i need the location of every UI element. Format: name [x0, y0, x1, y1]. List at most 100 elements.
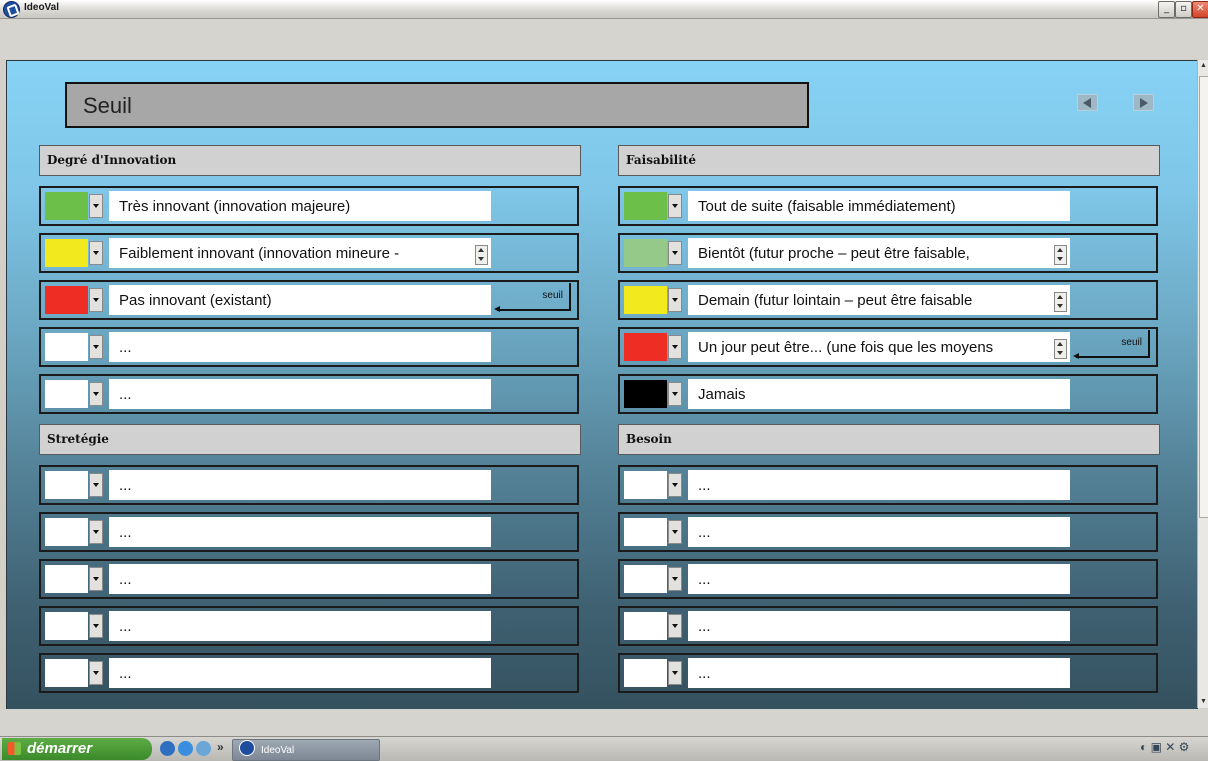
threshold-marker[interactable]: seuil — [494, 283, 571, 312]
text-scroll-spinner[interactable] — [1054, 339, 1067, 359]
level-row: Faiblement innovant (innovation mineure … — [39, 233, 579, 273]
level-label-field[interactable]: Un jour peut être... (une fois que les m… — [688, 332, 1070, 362]
color-swatch[interactable] — [624, 380, 667, 408]
maximize-button[interactable]: ▫ — [1175, 1, 1192, 18]
start-button[interactable]: démarrer — [2, 738, 152, 760]
color-dropdown-arrow-icon[interactable] — [668, 241, 682, 265]
level-label-field[interactable]: Très innovant (innovation majeure) — [109, 191, 491, 221]
level-label-field[interactable]: ... — [109, 611, 491, 641]
color-dropdown-arrow-icon[interactable] — [668, 661, 682, 685]
close-button[interactable]: ✕ — [1192, 1, 1208, 18]
color-swatch[interactable] — [624, 612, 667, 640]
color-dropdown-arrow-icon[interactable] — [668, 567, 682, 591]
color-swatch[interactable] — [45, 518, 88, 546]
color-dropdown-arrow-icon[interactable] — [89, 288, 103, 312]
minimize-button[interactable]: _ — [1158, 1, 1175, 18]
start-label: démarrer — [27, 740, 93, 757]
vertical-scrollbar[interactable]: ▲ ▼ — [1197, 60, 1208, 708]
level-label-field[interactable]: ... — [688, 470, 1070, 500]
level-label-field[interactable]: ... — [109, 332, 491, 362]
previous-page-button[interactable] — [1077, 94, 1098, 111]
level-label-text: ... — [698, 524, 711, 541]
scroll-up-arrow-icon[interactable]: ▲ — [1199, 61, 1208, 70]
level-label-field[interactable]: Faiblement innovant (innovation mineure … — [109, 238, 491, 268]
next-page-button[interactable] — [1133, 94, 1154, 111]
color-dropdown-arrow-icon[interactable] — [89, 567, 103, 591]
section-header: Stretégie — [39, 424, 581, 455]
color-dropdown-arrow-icon[interactable] — [89, 335, 103, 359]
level-label-field[interactable]: ... — [109, 517, 491, 547]
scroll-down-arrow-icon[interactable]: ▼ — [1199, 697, 1208, 706]
color-dropdown-arrow-icon[interactable] — [668, 614, 682, 638]
level-label-field[interactable]: ... — [109, 470, 491, 500]
internet-explorer-icon[interactable] — [178, 741, 193, 756]
level-label-field[interactable]: Tout de suite (faisable immédiatement) — [688, 191, 1070, 221]
color-swatch[interactable] — [45, 612, 88, 640]
scrollbar-thumb[interactable] — [1199, 76, 1208, 518]
level-label-field[interactable]: ... — [109, 564, 491, 594]
color-dropdown-arrow-icon[interactable] — [89, 520, 103, 544]
level-label-text: Pas innovant (existant) — [119, 292, 272, 309]
level-label-field[interactable]: Pas innovant (existant) — [109, 285, 491, 315]
taskbar: démarrer » IdeoVal ◐ ▣ ✕ ⚙ — [0, 736, 1208, 761]
system-tray: ◐ ▣ ✕ ⚙ — [1140, 740, 1190, 754]
level-row: Tout de suite (faisable immédiatement) — [618, 186, 1158, 226]
level-label-field[interactable]: Demain (futur lointain – peut être faisa… — [688, 285, 1070, 315]
text-scroll-spinner[interactable] — [1054, 245, 1067, 265]
color-swatch[interactable] — [45, 239, 88, 267]
color-dropdown-arrow-icon[interactable] — [668, 335, 682, 359]
color-dropdown-arrow-icon[interactable] — [668, 194, 682, 218]
color-swatch[interactable] — [45, 380, 88, 408]
color-swatch[interactable] — [624, 565, 667, 593]
level-label-field[interactable]: ... — [688, 517, 1070, 547]
color-dropdown-arrow-icon[interactable] — [89, 473, 103, 497]
level-label-text: ... — [698, 665, 711, 682]
color-swatch[interactable] — [624, 192, 667, 220]
level-label-field[interactable]: Bientôt (futur proche – peut être faisab… — [688, 238, 1070, 268]
taskbar-app-ideoval[interactable]: IdeoVal — [232, 739, 380, 761]
threshold-label: seuil — [1121, 337, 1142, 348]
desktop-icon[interactable] — [160, 741, 175, 756]
level-label-field[interactable]: ... — [688, 658, 1070, 688]
level-label-text: ... — [119, 339, 132, 356]
color-dropdown-arrow-icon[interactable] — [668, 473, 682, 497]
level-label-field[interactable]: ... — [688, 564, 1070, 594]
taskbar-app-label: IdeoVal — [261, 745, 295, 756]
color-swatch[interactable] — [624, 333, 667, 361]
color-swatch[interactable] — [45, 471, 88, 499]
color-dropdown-arrow-icon[interactable] — [89, 614, 103, 638]
level-label-text: ... — [119, 477, 132, 494]
color-swatch[interactable] — [45, 333, 88, 361]
color-swatch[interactable] — [624, 286, 667, 314]
level-row: ... — [39, 559, 579, 599]
color-swatch[interactable] — [624, 659, 667, 687]
text-scroll-spinner[interactable] — [1054, 292, 1067, 312]
quicklaunch-more-icon[interactable]: » — [217, 740, 224, 754]
color-dropdown-arrow-icon[interactable] — [668, 288, 682, 312]
level-label-text: Très innovant (innovation majeure) — [119, 198, 351, 215]
level-row: ... — [618, 606, 1158, 646]
color-dropdown-arrow-icon[interactable] — [89, 241, 103, 265]
title-bar: IdeoVal _ ▫ ✕ — [0, 0, 1208, 19]
color-swatch[interactable] — [45, 192, 88, 220]
color-swatch[interactable] — [45, 659, 88, 687]
color-swatch[interactable] — [45, 565, 88, 593]
color-dropdown-arrow-icon[interactable] — [668, 382, 682, 406]
color-dropdown-arrow-icon[interactable] — [89, 194, 103, 218]
section-header: Degré d'Innovation — [39, 145, 581, 176]
level-label-field[interactable]: ... — [109, 658, 491, 688]
color-swatch[interactable] — [624, 471, 667, 499]
level-label-field[interactable]: Jamais — [688, 379, 1070, 409]
color-dropdown-arrow-icon[interactable] — [89, 661, 103, 685]
media-player-icon[interactable] — [196, 741, 211, 756]
color-swatch[interactable] — [624, 518, 667, 546]
level-label-field[interactable]: ... — [109, 379, 491, 409]
level-label-text: Demain (futur lointain – peut être faisa… — [698, 292, 973, 309]
color-dropdown-arrow-icon[interactable] — [668, 520, 682, 544]
color-dropdown-arrow-icon[interactable] — [89, 382, 103, 406]
color-swatch[interactable] — [624, 239, 667, 267]
threshold-marker[interactable]: seuil — [1073, 330, 1150, 359]
text-scroll-spinner[interactable] — [475, 245, 488, 265]
level-label-field[interactable]: ... — [688, 611, 1070, 641]
color-swatch[interactable] — [45, 286, 88, 314]
